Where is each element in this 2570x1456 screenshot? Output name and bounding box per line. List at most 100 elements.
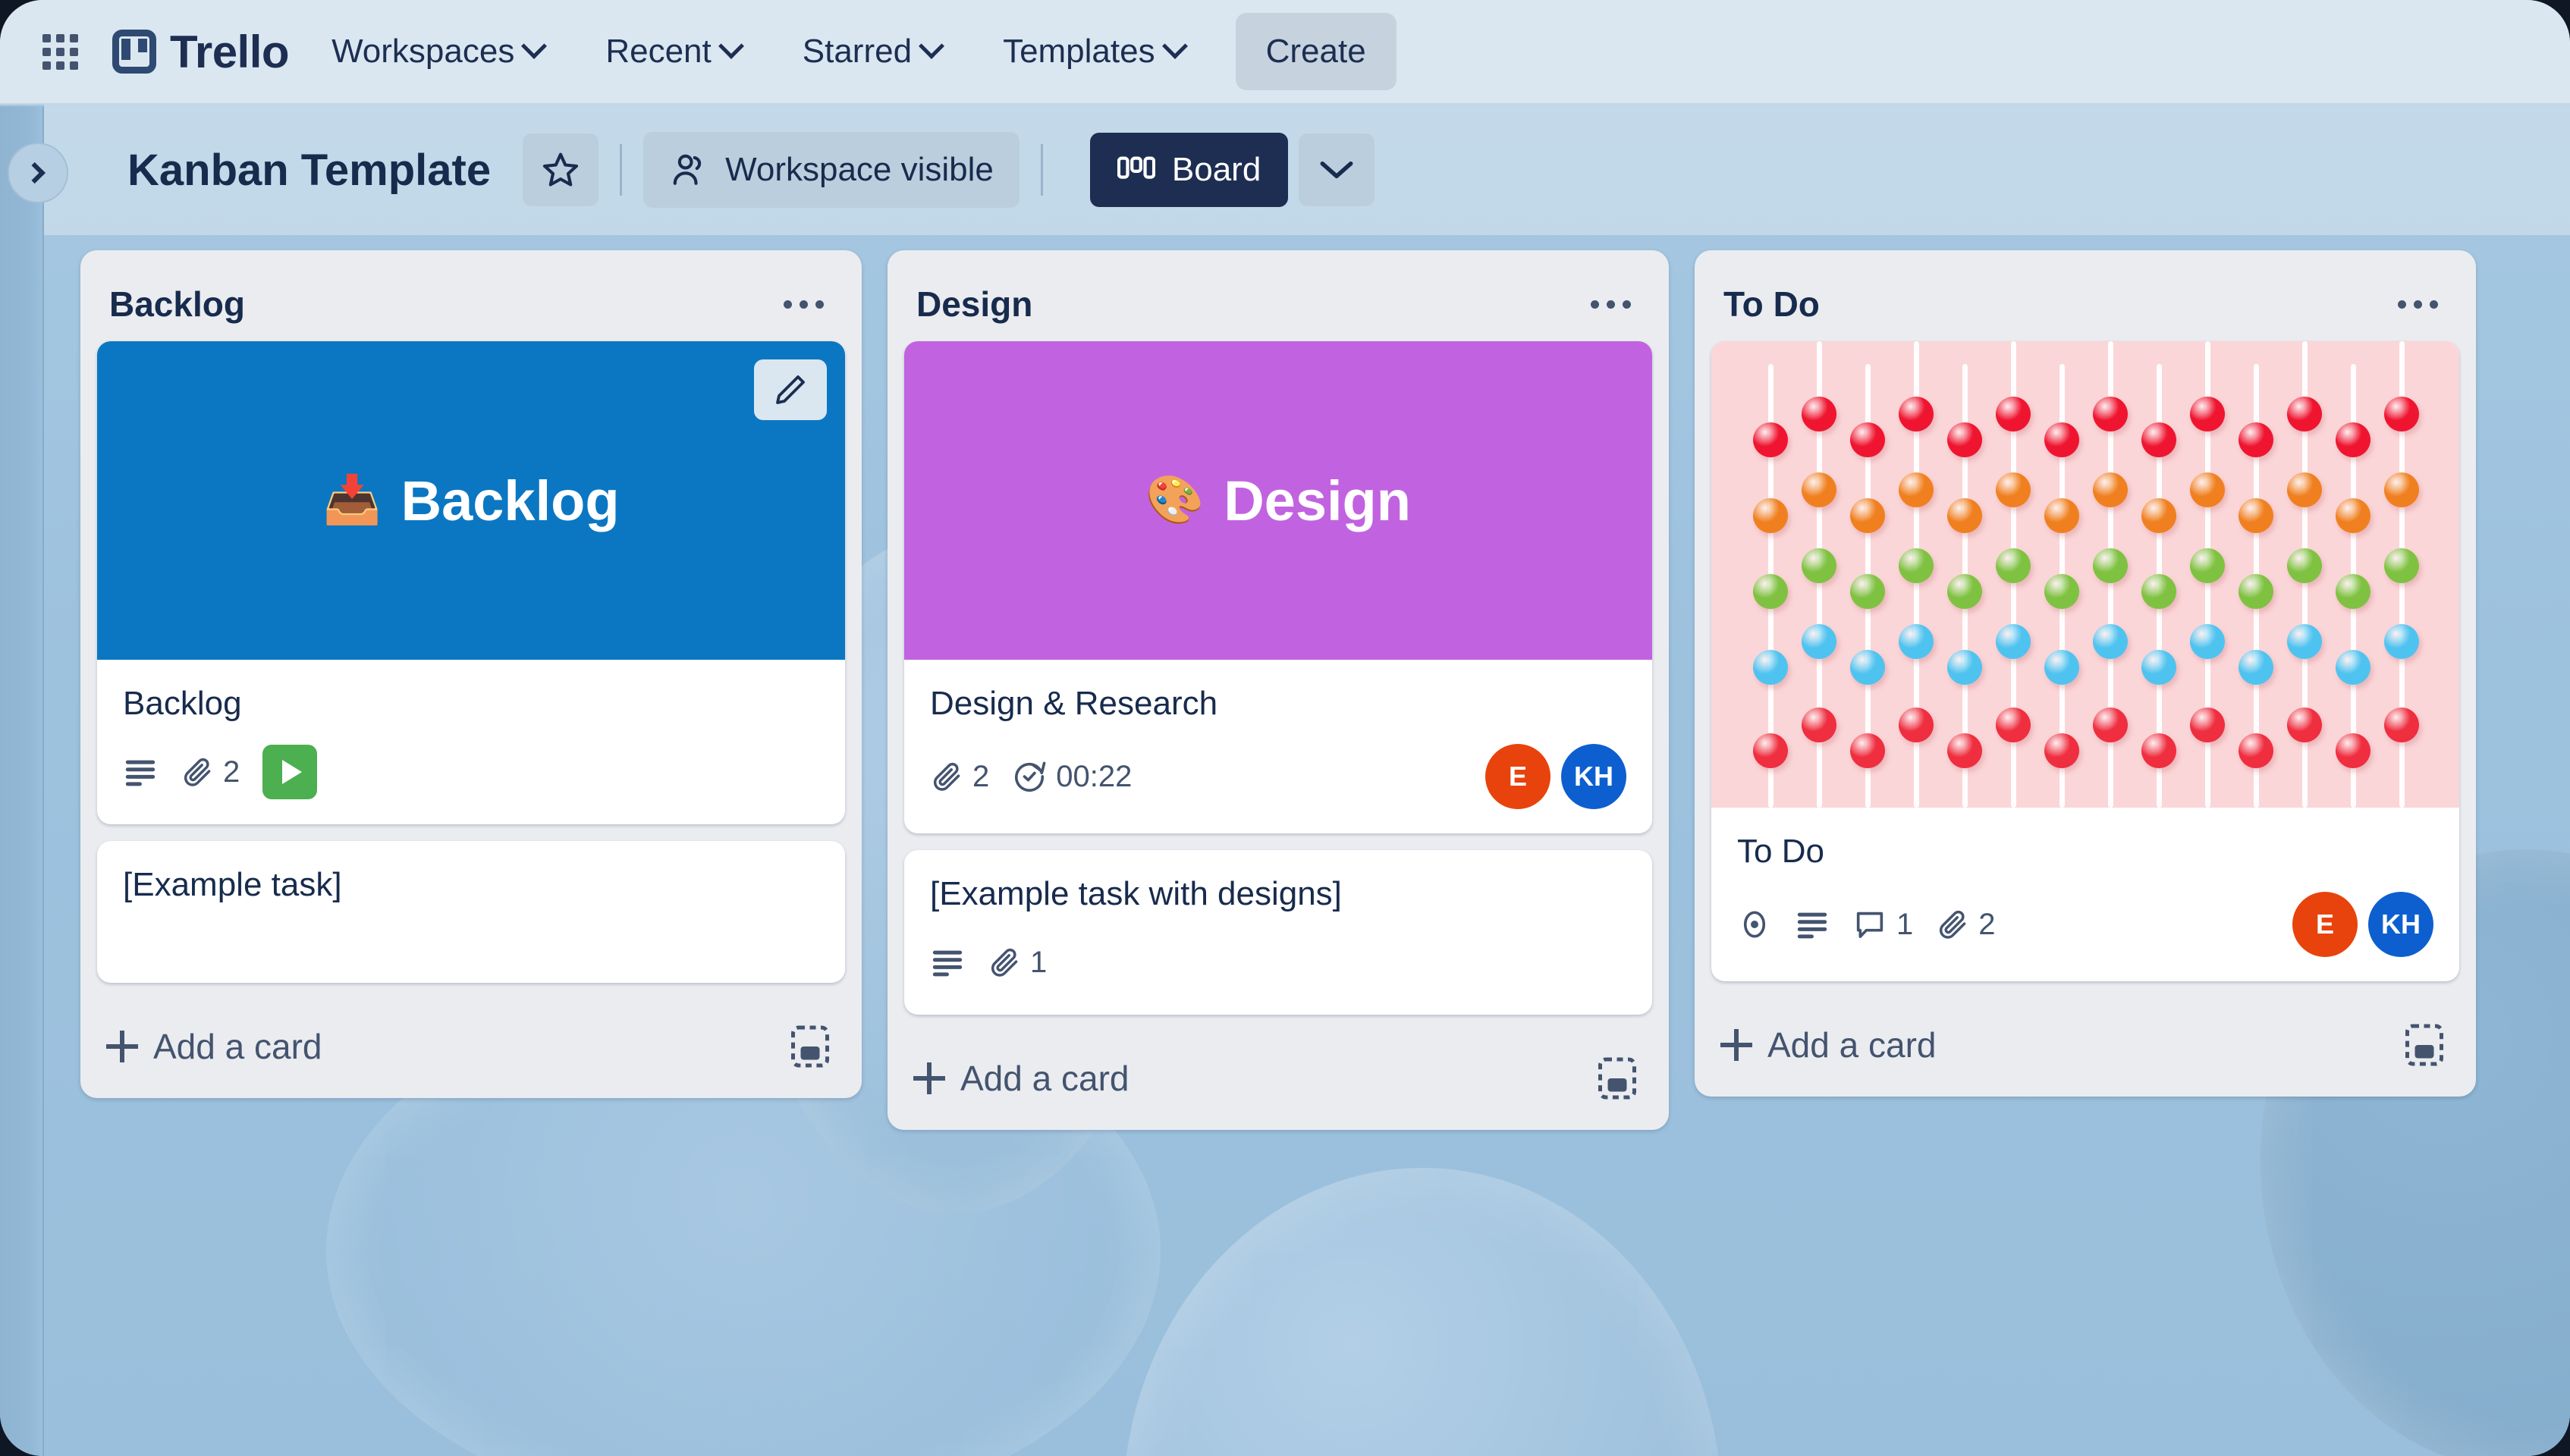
create-button[interactable]: Create <box>1235 13 1397 90</box>
board-view-chevron-button[interactable] <box>1299 133 1375 206</box>
card-template-icon[interactable] <box>789 1024 831 1069</box>
lollipop-candy <box>1802 472 1836 507</box>
lollipop-candy <box>1753 650 1788 685</box>
lollipop-candy <box>1850 733 1885 768</box>
description-icon <box>932 950 963 977</box>
lollipop-candy <box>1996 708 2031 742</box>
nav-item-recent[interactable]: Recent <box>586 16 759 87</box>
nav-item-templates[interactable]: Templates <box>983 16 1204 87</box>
lollipop-candy <box>1850 422 1885 457</box>
card-template-icon[interactable] <box>1596 1056 1638 1101</box>
avatar[interactable]: E <box>1485 744 1550 809</box>
lollipop-candy <box>2239 733 2273 768</box>
description-badge <box>1795 909 1830 940</box>
lollipop-candy <box>1753 574 1788 609</box>
card-template-icon[interactable] <box>2403 1022 2446 1068</box>
card-body: [Example task] <box>97 841 845 983</box>
lollipop-candy <box>1996 548 2031 583</box>
card-title: To Do <box>1737 833 1824 870</box>
board-view-button[interactable]: Board <box>1089 133 1289 207</box>
nav-item-starred-label: Starred <box>802 33 913 70</box>
lollipop-candy <box>2093 624 2128 659</box>
list-header: To Do <box>1695 262 2476 341</box>
plus-icon <box>913 1062 945 1094</box>
timer-value: 00:22 <box>1056 759 1133 793</box>
attachment-badge: 2 <box>1936 908 1996 942</box>
edit-card-button[interactable] <box>754 359 827 420</box>
card-cover-title: 📥 Backlog <box>322 469 619 533</box>
card-body: Backlog 2 <box>97 660 845 824</box>
add-card-label: Add a card <box>153 1027 322 1066</box>
add-card-footer[interactable]: Add a card <box>80 998 862 1098</box>
add-card-button[interactable]: Add a card <box>1720 1025 1936 1065</box>
lollipop-candy <box>1802 624 1836 659</box>
add-card-footer[interactable]: Add a card <box>888 1030 1669 1130</box>
lollipop-candy <box>1947 733 1982 768</box>
timer-badge: 00:22 <box>1012 759 1132 794</box>
list-menu-icon[interactable] <box>1582 287 1640 322</box>
lollipop-candy <box>2044 422 2079 457</box>
card-title: Backlog <box>123 685 242 722</box>
grid-apps-dots <box>42 33 78 70</box>
lollipop-candy <box>1996 624 2031 659</box>
attachment-count: 2 <box>223 755 240 789</box>
lollipop-candy <box>2336 498 2370 533</box>
board-title: Kanban Template <box>127 145 492 195</box>
lollipop-candy <box>2336 733 2370 768</box>
chevron-down-icon <box>919 33 945 59</box>
lollipop-candy <box>2093 397 2128 431</box>
nav-item-workspaces[interactable]: Workspaces <box>312 16 563 87</box>
nav-item-workspaces-label: Workspaces <box>331 33 515 70</box>
card-example-task-with-designs[interactable]: [Example task with designs] 1 <box>904 850 1652 1015</box>
card-body: Design & Research 2 00:22 E KH <box>904 660 1652 833</box>
list-todo: To Do To Do 1 2 E KH Add a card <box>1695 250 2476 1097</box>
card-design-research[interactable]: 🎨 Design Design & Research 2 00:22 E KH <box>904 341 1652 833</box>
lollipop-candy <box>2336 574 2370 609</box>
avatar[interactable]: KH <box>2368 892 2433 957</box>
paperclip-icon <box>184 758 211 786</box>
nav-item-starred[interactable]: Starred <box>783 16 960 87</box>
brand-name: Trello <box>170 26 290 77</box>
lollipop-candy <box>1802 397 1836 431</box>
card-todo[interactable]: To Do 1 2 E KH <box>1711 341 2459 981</box>
lollipop-candy <box>2287 548 2322 583</box>
card-example-task[interactable]: [Example task] <box>97 841 845 983</box>
sidebar-expand-button[interactable] <box>8 143 68 203</box>
lollipop-candy <box>1850 650 1885 685</box>
chevron-down-icon <box>718 33 744 59</box>
lollipop-candy <box>2093 472 2128 507</box>
eye-icon <box>1743 911 1766 938</box>
lollipop-candy <box>2239 574 2273 609</box>
card-badges: 1 <box>930 934 1626 990</box>
list-header: Backlog <box>80 262 862 341</box>
list-menu-icon[interactable] <box>774 287 833 322</box>
list-menu-icon[interactable] <box>2389 287 2447 322</box>
lollipop-candy <box>2141 574 2176 609</box>
lollipop-candy <box>1850 574 1885 609</box>
chevron-right-icon <box>24 162 46 184</box>
avatar[interactable]: KH <box>1561 744 1626 809</box>
people-icon <box>673 154 702 185</box>
lollipop-candy <box>2141 650 2176 685</box>
add-card-button[interactable]: Add a card <box>106 1026 322 1067</box>
board-visibility-button[interactable]: Workspace visible <box>643 132 1020 208</box>
lollipop-candy <box>2336 650 2370 685</box>
list-design: Design 🎨 Design Design & Research 2 00:2… <box>888 250 1669 1130</box>
artist-palette-emoji: 🎨 <box>1145 474 1205 526</box>
lollipop-candy <box>1996 472 2031 507</box>
add-card-footer[interactable]: Add a card <box>1695 996 2476 1097</box>
card-backlog[interactable]: 📥 Backlog Backlog 2 <box>97 341 845 824</box>
lollipop-candy <box>2239 422 2273 457</box>
lollipop-candy <box>1850 498 1885 533</box>
lollipop-candy <box>2093 548 2128 583</box>
card-badges: 2 00:22 E KH <box>930 744 1626 809</box>
trello-logo[interactable]: Trello <box>112 26 290 78</box>
description-badge <box>123 757 158 787</box>
lollipop-candy <box>1899 548 1934 583</box>
avatar[interactable]: E <box>2292 892 2358 957</box>
star-board-button[interactable] <box>523 133 599 206</box>
lollipop-candy <box>1947 422 1982 457</box>
add-card-button[interactable]: Add a card <box>913 1058 1129 1099</box>
grid-apps-icon[interactable] <box>27 19 93 84</box>
chevron-down-icon <box>1320 161 1353 179</box>
